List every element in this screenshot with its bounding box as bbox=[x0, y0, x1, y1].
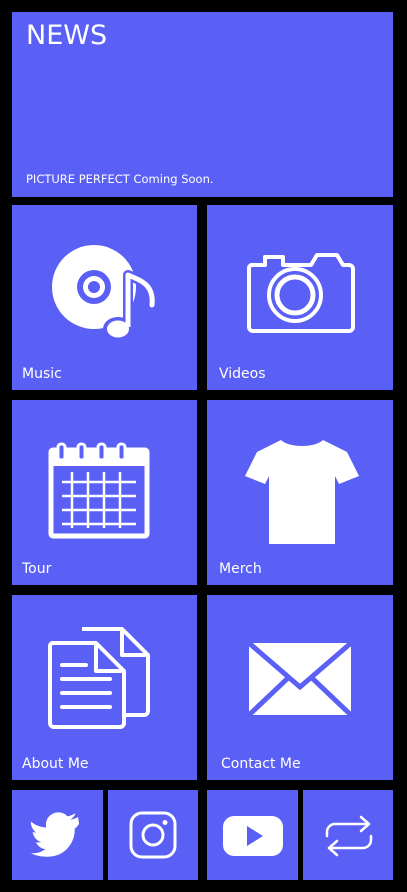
camera-icon bbox=[245, 251, 357, 335]
twitter-tile[interactable] bbox=[12, 790, 103, 880]
tour-tile[interactable]: Tour bbox=[12, 400, 197, 585]
videos-label: Videos bbox=[219, 366, 266, 382]
calendar-icon bbox=[48, 440, 150, 540]
news-tile[interactable]: NEWS PICTURE PERFECT Coming Soon. bbox=[12, 12, 393, 197]
contact-label: Contact Me bbox=[221, 756, 301, 772]
about-label: About Me bbox=[22, 756, 89, 772]
youtube-icon bbox=[222, 815, 284, 857]
envelope-icon bbox=[245, 639, 355, 719]
news-title: NEWS bbox=[26, 20, 108, 51]
music-tile[interactable]: Music bbox=[12, 205, 197, 390]
instagram-tile[interactable] bbox=[108, 790, 198, 880]
music-label: Music bbox=[22, 366, 62, 382]
news-subtitle: PICTURE PERFECT Coming Soon. bbox=[26, 172, 214, 186]
music-disc-icon bbox=[50, 243, 162, 353]
twitter-icon bbox=[30, 812, 84, 858]
youtube-tile[interactable] bbox=[207, 790, 298, 880]
instagram-icon bbox=[129, 811, 177, 859]
documents-icon bbox=[46, 625, 154, 731]
videos-tile[interactable]: Videos bbox=[207, 205, 393, 390]
repeat-tile[interactable] bbox=[303, 790, 393, 880]
tshirt-icon bbox=[243, 436, 361, 546]
contact-tile[interactable]: Contact Me bbox=[207, 595, 393, 780]
merch-label: Merch bbox=[219, 561, 262, 577]
about-tile[interactable]: About Me bbox=[12, 595, 197, 780]
merch-tile[interactable]: Merch bbox=[207, 400, 393, 585]
repeat-icon bbox=[321, 814, 377, 858]
tour-label: Tour bbox=[22, 561, 52, 577]
